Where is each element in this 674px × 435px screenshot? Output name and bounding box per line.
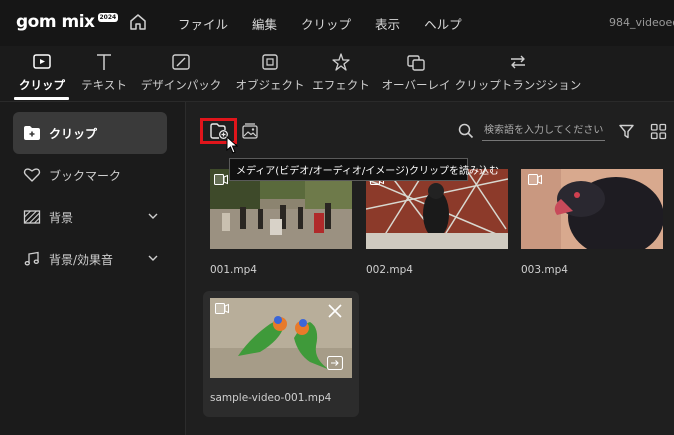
search-icon[interactable] <box>458 123 474 139</box>
menu-edit[interactable]: 編集 <box>240 14 289 33</box>
video-type-icon <box>214 174 228 185</box>
grid-view-icon[interactable] <box>650 123 667 140</box>
tab-text[interactable]: テキスト <box>81 46 127 102</box>
tab-clip[interactable]: クリップ <box>19 46 65 102</box>
tab-clip-transition[interactable]: クリップトランジション <box>455 46 581 102</box>
tab-label: オーバーレイ <box>381 78 451 92</box>
overlay-icon <box>407 55 425 71</box>
sidebar-item-label: クリップ <box>49 126 98 141</box>
chevron-down-icon[interactable] <box>147 252 159 264</box>
sidebar-item-label: ブックマーク <box>49 168 122 183</box>
sidebar-item-clip[interactable]: クリップ <box>13 112 167 154</box>
menu-clip[interactable]: クリップ <box>289 14 363 33</box>
import-tooltip: メディア(ビデオ/オーディオ/イメージ)クリップを読み込む <box>229 158 499 181</box>
filter-icon[interactable] <box>618 123 635 140</box>
tab-design-pack[interactable]: デザインパック <box>141 46 221 102</box>
media-name: 002.mp4 <box>366 264 413 276</box>
tab-effect[interactable]: エフェクト <box>312 46 370 102</box>
thumbnail-001[interactable] <box>210 169 352 249</box>
video-type-icon <box>215 303 229 314</box>
logo-badge: 2024 <box>97 13 119 22</box>
search-input[interactable] <box>482 121 605 141</box>
tab-label: オブジェクト <box>235 78 305 92</box>
chevron-down-icon[interactable] <box>147 210 159 222</box>
app-logo: gom mix 2024 <box>16 11 119 33</box>
design-pack-icon <box>172 54 190 70</box>
background-icon <box>23 210 41 224</box>
menu-help[interactable]: ヘルプ <box>412 14 474 33</box>
menu-file[interactable]: ファイル <box>166 14 240 33</box>
media-name: 001.mp4 <box>210 264 257 276</box>
clip-icon <box>33 54 51 69</box>
window-title: 984_videoed <box>609 16 674 29</box>
tab-label: エフェクト <box>312 78 370 92</box>
mouse-cursor-icon <box>226 136 238 154</box>
sidebar-item-background[interactable]: 背景 <box>13 196 167 238</box>
home-icon[interactable] <box>128 12 148 32</box>
tab-label: クリップ <box>19 78 65 92</box>
tab-label: クリップトランジション <box>454 78 582 92</box>
sidebar-item-bookmark[interactable]: ブックマーク <box>13 154 167 196</box>
text-icon <box>97 54 111 70</box>
logo-text: gom mix <box>16 12 95 32</box>
effect-icon <box>332 53 350 71</box>
tab-object[interactable]: オブジェクト <box>235 46 305 102</box>
menu-view[interactable]: 表示 <box>363 14 412 33</box>
tab-label: デザインパック <box>140 78 222 92</box>
thumbnail-003[interactable] <box>521 169 663 249</box>
image-library-icon[interactable] <box>241 122 259 140</box>
tab-bar: クリップ テキスト デザインパック オブジェクト エフェクト オーバーレイ クリ… <box>0 46 674 102</box>
active-tab-indicator <box>14 97 69 100</box>
tab-label: テキスト <box>81 78 127 92</box>
clip-folder-icon <box>24 126 40 140</box>
sidebar: クリップ ブックマーク 背景 背景/効果音 <box>0 102 186 435</box>
thumbnail-002[interactable] <box>366 169 508 249</box>
media-name: sample-video-001.mp4 <box>210 392 332 404</box>
video-type-icon <box>528 174 542 185</box>
transition-icon <box>511 55 525 69</box>
heart-icon <box>23 168 41 182</box>
sidebar-item-label: 背景/効果音 <box>49 252 114 267</box>
sidebar-item-label: 背景 <box>49 210 74 225</box>
menu-bar: ファイル 編集 クリップ 表示 ヘルプ <box>166 0 474 46</box>
music-note-icon <box>24 251 39 266</box>
title-bar: gom mix 2024 ファイル 編集 クリップ 表示 ヘルプ 984_vid… <box>0 0 674 46</box>
tab-overlay[interactable]: オーバーレイ <box>382 46 450 102</box>
sidebar-item-background-sfx[interactable]: 背景/効果音 <box>13 238 167 280</box>
media-name: 003.mp4 <box>521 264 568 276</box>
close-icon[interactable] <box>328 304 342 318</box>
object-icon <box>262 54 278 70</box>
add-to-timeline-icon[interactable] <box>327 356 343 370</box>
